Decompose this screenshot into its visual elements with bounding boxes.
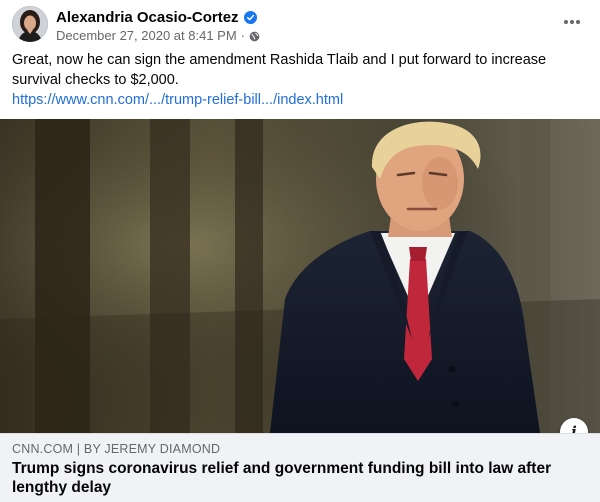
link-source: CNN.COM | BY JEREMY DIAMOND [12,442,221,456]
author-row: Alexandria Ocasio-Cortez [56,8,257,26]
article-preview-image[interactable] [0,119,600,433]
facebook-post: Alexandria Ocasio-Cortez December 27, 20… [0,0,600,502]
post-timestamp[interactable]: December 27, 2020 at 8:41 PM [56,28,237,43]
meta-separator: · [240,27,246,43]
verified-badge-icon [243,10,257,24]
article-link[interactable]: https://www.cnn.com/.../trump-relief-bil… [12,90,343,110]
link-preview-footer[interactable]: CNN.COM | BY JEREMY DIAMOND Trump signs … [0,433,600,502]
author-avatar[interactable] [12,6,48,42]
post-text: Great, now he can sign the amendment Ras… [12,52,547,88]
author-name[interactable]: Alexandria Ocasio-Cortez [56,9,239,26]
more-options-button[interactable] [558,10,586,34]
avatar-photo [12,6,48,42]
ellipsis-icon [564,20,580,24]
link-title: Trump signs coronavirus relief and gover… [12,460,552,496]
post-meta: December 27, 2020 at 8:41 PM · [56,27,260,43]
globe-icon[interactable] [249,30,260,41]
